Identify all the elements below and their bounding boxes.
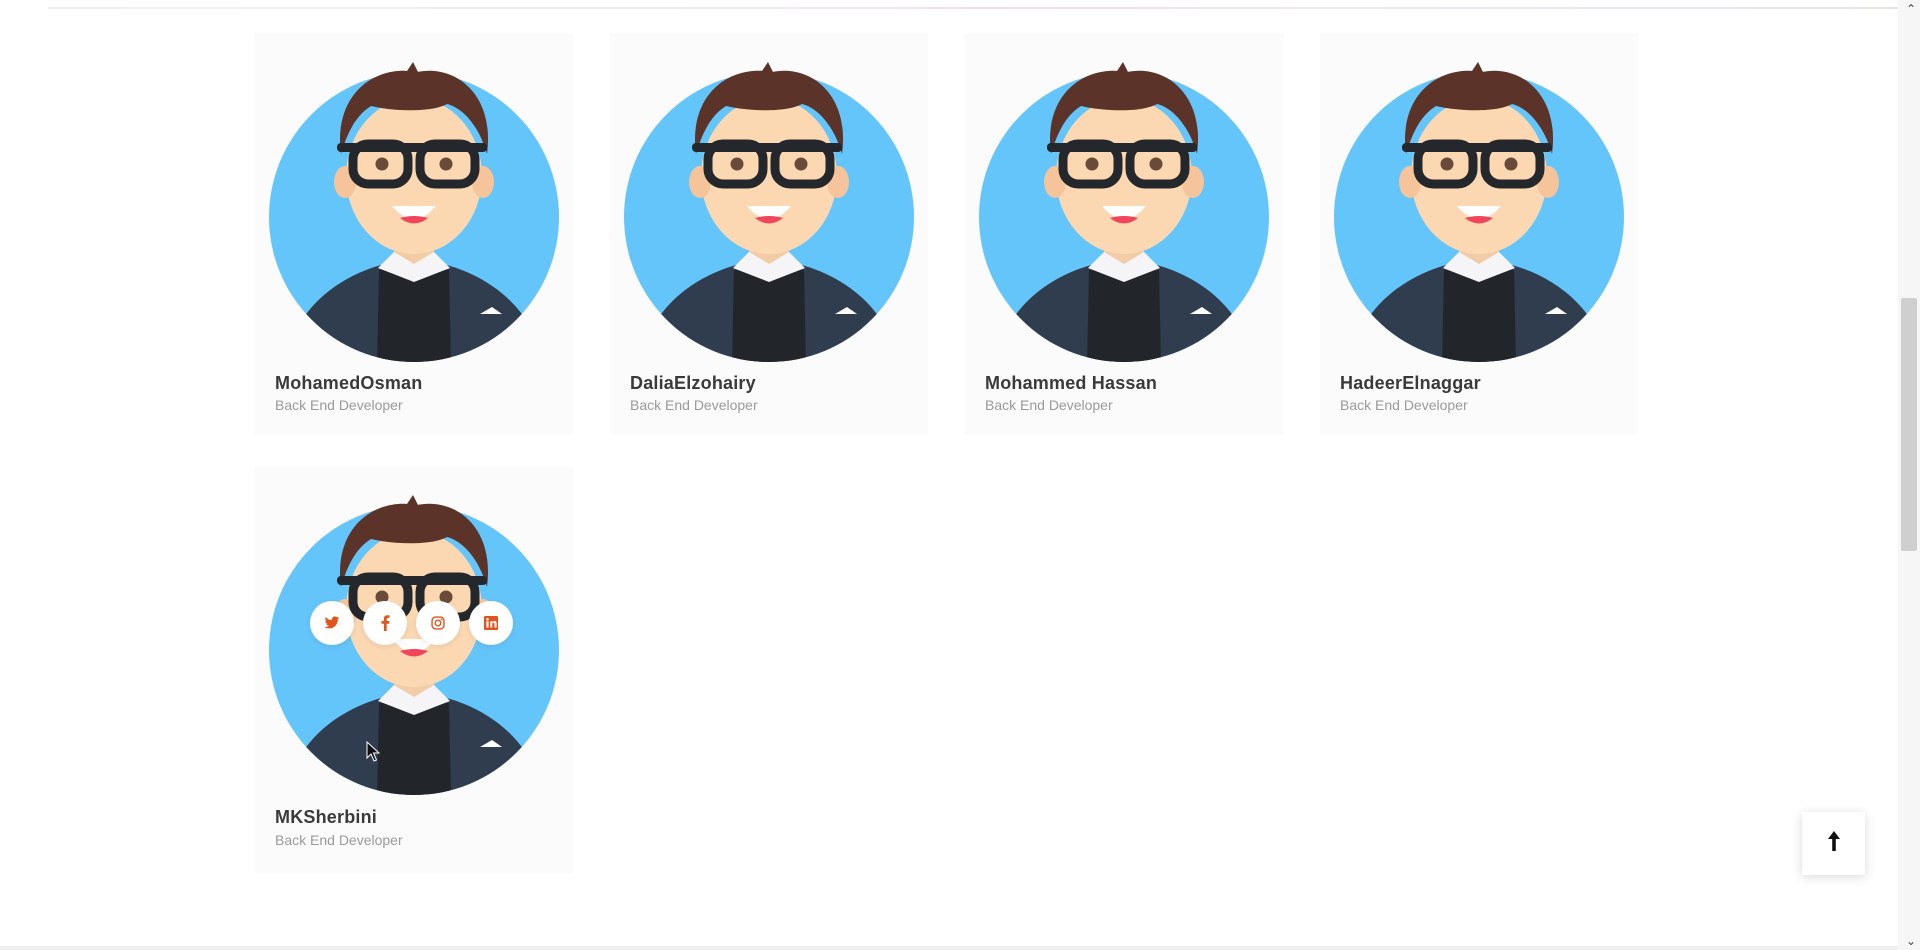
member-name: MKSherbini [275,807,378,827]
member-role: Back End Developer [630,397,758,413]
avatar [610,34,928,364]
instagram-icon[interactable] [416,601,460,645]
back-to-top-button[interactable] [1802,812,1865,875]
member-role: Back End Developer [1340,397,1468,413]
arrow-up-icon [1827,830,1841,857]
twitter-icon[interactable] [310,601,354,645]
avatar [965,34,1283,364]
linkedin-icon[interactable] [469,601,513,645]
facebook-icon[interactable] [363,601,407,645]
member-role: Back End Developer [275,832,403,848]
team-card[interactable]: Mohammed Hassan Back End Developer [965,34,1283,434]
team-card[interactable]: HadeerElnaggar Back End Developer [1320,34,1638,434]
team-card[interactable]: DaliaElzohairy Back End Developer [610,34,928,434]
social-links [310,601,513,645]
avatar [255,34,573,364]
team-card[interactable]: MKSherbini Back End Developer [255,467,573,873]
member-name: MohamedOsman [275,373,423,393]
top-divider [48,7,1898,9]
member-name: HadeerElnaggar [1340,373,1481,393]
mouse-cursor [366,740,381,768]
chevron-down-icon[interactable]: ⌄ [1906,934,1916,948]
member-role: Back End Developer [275,397,403,413]
team-card[interactable]: MohamedOsman Back End Developer [255,34,573,434]
member-name: Mohammed Hassan [985,373,1158,393]
avatar [1320,34,1638,364]
member-role: Back End Developer [985,397,1113,413]
scrollbar-thumb[interactable] [1901,298,1917,551]
bottom-edge [0,946,1898,950]
chevron-up-icon[interactable]: ⌃ [1906,2,1916,16]
scrollbar[interactable]: ⌃ ⌄ [1898,0,1920,950]
member-name: DaliaElzohairy [630,373,756,393]
